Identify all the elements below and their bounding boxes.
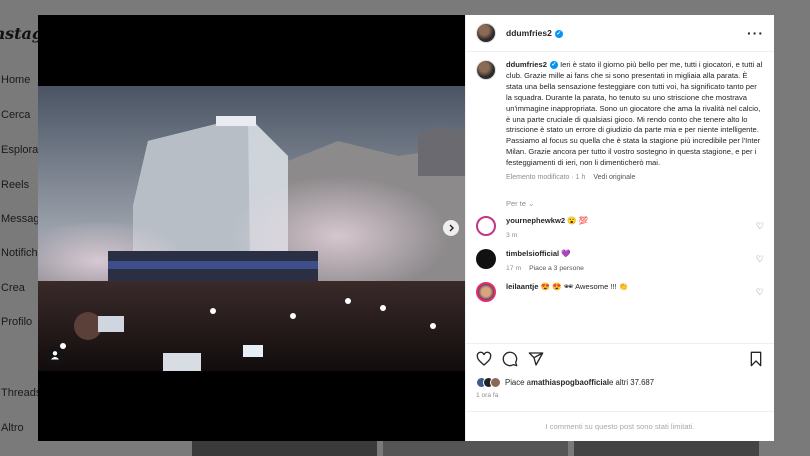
share-icon[interactable]	[528, 351, 544, 367]
for-you-filter[interactable]: Per te ⌄	[506, 199, 764, 208]
avatar[interactable]	[476, 281, 496, 302]
author-name[interactable]: ddumfries2	[506, 28, 552, 38]
comment-body: yournephewkw2 😮 💯 3 m	[506, 216, 588, 241]
caption: ddumfries2 ✓ Ieri è stato il giorno più b…	[476, 60, 764, 184]
comment-body: leilaantje 😍 😍 🕶 Awesome !!! 👏	[506, 282, 628, 292]
comment-likes[interactable]: Piace a 3 persone	[529, 265, 584, 272]
nav-profile[interactable]: Profilo	[1, 316, 32, 328]
comment-body: timbelsiofficial 💜 17 m Piace a 3 persone	[506, 249, 584, 274]
comment-meta: 17 m Piace a 3 persone	[506, 264, 584, 274]
avatar[interactable]	[476, 215, 496, 236]
like-heart-icon[interactable]	[476, 351, 492, 367]
nav-more[interactable]: Altro	[1, 422, 24, 434]
next-image-button[interactable]	[443, 220, 459, 236]
post-modal: ddumfries2 ✓ ··· ddumfries2 ✓ Ieri è stato…	[38, 15, 774, 441]
comment-user[interactable]: leilaantje	[506, 282, 539, 291]
caption-author[interactable]: ddumfries2 ✓	[506, 60, 558, 69]
feed-thumbnail	[192, 440, 377, 456]
comment-user[interactable]: yournephewkw2	[506, 216, 565, 225]
heart-icon[interactable]: ♡	[756, 287, 764, 298]
post-media	[38, 15, 465, 441]
verified-badge-icon: ✓	[549, 61, 558, 69]
comment-user[interactable]: timbelsiofficial	[506, 249, 559, 258]
action-buttons	[476, 351, 764, 367]
comment-text: 😍 😍 🕶 Awesome !!! 👏	[540, 281, 629, 291]
nav-explore[interactable]: Esplora	[1, 144, 38, 156]
likes-summary[interactable]: Piace a mathiaspogbaofficial e altri 37.…	[476, 377, 764, 388]
heart-icon[interactable]: ♡	[756, 221, 764, 232]
caption-text: Ieri è stato il giorno più bello per me,…	[506, 60, 763, 168]
feed-thumbnail	[383, 440, 568, 456]
post-actions: Piace a mathiaspogbaofficial e altri 37.…	[466, 343, 774, 399]
comment-meta: 3 m	[506, 231, 588, 241]
nav-search[interactable]: Cerca	[1, 109, 30, 121]
avatar	[490, 377, 501, 388]
post-details-panel: ddumfries2 ✓ ··· ddumfries2 ✓ Ieri è stato…	[465, 15, 774, 441]
background-sidebar: Instagram Home Cerca Esplora Reels Messa…	[0, 0, 79, 456]
more-options-icon[interactable]: ···	[747, 25, 764, 41]
likes-suffix[interactable]: e altri 37.687	[609, 378, 654, 387]
comment-text: 💜	[561, 248, 571, 258]
comments-limited-notice: I commenti su questo post sono stati lim…	[466, 411, 774, 441]
avatar[interactable]	[476, 248, 496, 269]
author-handle[interactable]: ddumfries2 ✓	[506, 28, 563, 38]
post-header: ddumfries2 ✓ ···	[466, 15, 774, 52]
post-time: 1 ora fa	[476, 392, 499, 399]
avatar[interactable]	[476, 23, 496, 43]
comment-text: 😮 💯	[567, 215, 589, 225]
verified-badge-icon: ✓	[554, 29, 563, 38]
nav-reels[interactable]: Reels	[1, 179, 29, 191]
liker-avatars	[476, 377, 501, 388]
chevron-down-icon: ⌄	[528, 198, 535, 208]
nav-home[interactable]: Home	[1, 74, 30, 86]
comment-time: 3 m	[506, 231, 518, 239]
caption-meta: Elemento modificato · 1 h Vedi originale	[506, 173, 764, 184]
tagged-users-button[interactable]	[46, 346, 64, 364]
comments-scroll-area[interactable]: ddumfries2 ✓ Ieri è stato il giorno più b…	[466, 52, 774, 340]
edited-label: Elemento modificato · 1 h	[506, 174, 586, 182]
comment-icon[interactable]	[502, 351, 518, 367]
comment: timbelsiofficial 💜 17 m Piace a 3 persone…	[476, 248, 764, 274]
likes-prefix: Piace a	[505, 378, 532, 387]
see-original-link[interactable]: Vedi originale	[593, 174, 635, 181]
nav-create[interactable]: Crea	[1, 282, 25, 294]
comment-time: 17 m	[506, 264, 522, 272]
caption-body: ddumfries2 ✓ Ieri è stato il giorno più b…	[506, 60, 764, 184]
chevron-right-icon	[449, 224, 454, 232]
bookmark-icon[interactable]	[748, 351, 764, 367]
for-you-label[interactable]: Per te	[506, 199, 526, 208]
nav-threads[interactable]: Threads	[1, 387, 41, 399]
comment: yournephewkw2 😮 💯 3 m ♡	[476, 215, 764, 241]
heart-icon[interactable]: ♡	[756, 254, 764, 265]
caption-author-name[interactable]: ddumfries2	[506, 60, 547, 69]
feed-thumbnail	[574, 440, 759, 456]
avatar[interactable]	[476, 60, 496, 80]
likes-user[interactable]: mathiaspogbaofficial	[531, 378, 609, 387]
user-icon	[51, 351, 59, 360]
comment: leilaantje 😍 😍 🕶 Awesome !!! 👏 ♡	[476, 281, 764, 302]
post-photo[interactable]	[38, 86, 465, 371]
